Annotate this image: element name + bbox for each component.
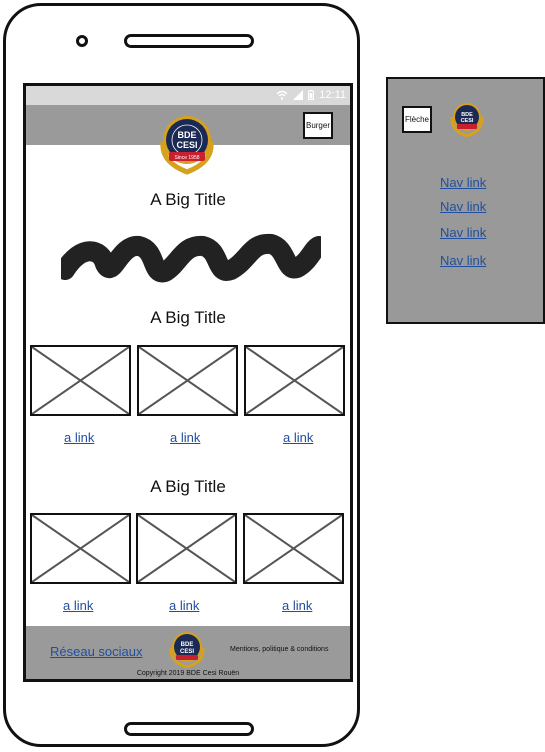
logo-text-bottom: CESI bbox=[176, 140, 197, 150]
footer-logo: BDE CESI bbox=[169, 632, 205, 668]
item-link[interactable]: a link bbox=[170, 430, 200, 445]
item-link[interactable]: a link bbox=[282, 598, 312, 613]
item-link[interactable]: a link bbox=[169, 598, 199, 613]
back-arrow-button[interactable]: Flèche bbox=[402, 106, 432, 133]
phone-screen: 12:11 Burger BDE CESI Since 1958 A Big T… bbox=[23, 83, 353, 682]
bde-cesi-logo[interactable]: BDE CESI Since 1958 bbox=[153, 112, 221, 176]
image-placeholder[interactable] bbox=[243, 513, 344, 584]
image-placeholder-icon bbox=[245, 515, 342, 582]
image-placeholder[interactable] bbox=[30, 345, 131, 416]
nav-link[interactable]: Nav link bbox=[440, 253, 486, 268]
section-title-2: A Big Title bbox=[150, 308, 226, 327]
app-footer: Réseau sociaux BDE CESI Mentions, politi… bbox=[26, 626, 350, 679]
item-link[interactable]: a link bbox=[64, 430, 94, 445]
speaker-grill bbox=[124, 34, 254, 48]
image-placeholder-icon bbox=[139, 347, 236, 414]
social-link[interactable]: Réseau sociaux bbox=[50, 644, 143, 659]
status-icons: 12:11 bbox=[276, 89, 346, 101]
panel-logo-text-bottom: CESI bbox=[461, 118, 474, 124]
nav-link[interactable]: Nav link bbox=[440, 225, 486, 240]
burger-menu-button[interactable]: Burger bbox=[303, 112, 333, 139]
text-placeholder-scribble bbox=[61, 233, 321, 283]
image-placeholder[interactable] bbox=[244, 345, 345, 416]
image-placeholder-icon bbox=[138, 515, 235, 582]
battery-icon bbox=[308, 90, 315, 100]
copyright-text: Copyright 2019 BDE Cesi Rouën bbox=[136, 670, 240, 677]
section-title-1: A Big Title bbox=[150, 190, 226, 209]
side-menu-panel: Flèche BDE CESI Nav link Nav link Nav li… bbox=[386, 77, 545, 324]
back-arrow-label: Flèche bbox=[404, 115, 429, 124]
side-menu-logo[interactable]: BDE CESI bbox=[447, 101, 487, 137]
image-placeholder[interactable] bbox=[30, 513, 131, 584]
footer-logo-text-bottom: CESI bbox=[180, 649, 194, 655]
logo-band-text: Since 1958 bbox=[174, 155, 199, 161]
image-placeholder-icon bbox=[32, 515, 129, 582]
signal-icon bbox=[293, 90, 304, 100]
logo-text-top: BDE bbox=[177, 130, 196, 140]
burger-label: Burger bbox=[305, 121, 330, 130]
image-placeholder[interactable] bbox=[136, 513, 237, 584]
status-bar: 12:11 bbox=[26, 86, 350, 105]
wifi-icon bbox=[276, 90, 288, 100]
item-link[interactable]: a link bbox=[283, 430, 313, 445]
item-link[interactable]: a link bbox=[63, 598, 93, 613]
image-placeholder-icon bbox=[32, 347, 129, 414]
section-title-3: A Big Title bbox=[150, 477, 226, 496]
image-placeholder[interactable] bbox=[137, 345, 238, 416]
footer-logo-text-top: BDE bbox=[181, 642, 194, 648]
nav-link[interactable]: Nav link bbox=[440, 175, 486, 190]
status-time: 12:11 bbox=[319, 89, 346, 101]
nav-link[interactable]: Nav link bbox=[440, 199, 486, 214]
legal-link[interactable]: Mentions, politique & conditions bbox=[230, 646, 328, 653]
camera-icon bbox=[76, 35, 88, 47]
home-button[interactable] bbox=[124, 722, 254, 736]
phone-frame: 12:11 Burger BDE CESI Since 1958 A Big T… bbox=[3, 3, 360, 747]
image-placeholder-icon bbox=[246, 347, 343, 414]
